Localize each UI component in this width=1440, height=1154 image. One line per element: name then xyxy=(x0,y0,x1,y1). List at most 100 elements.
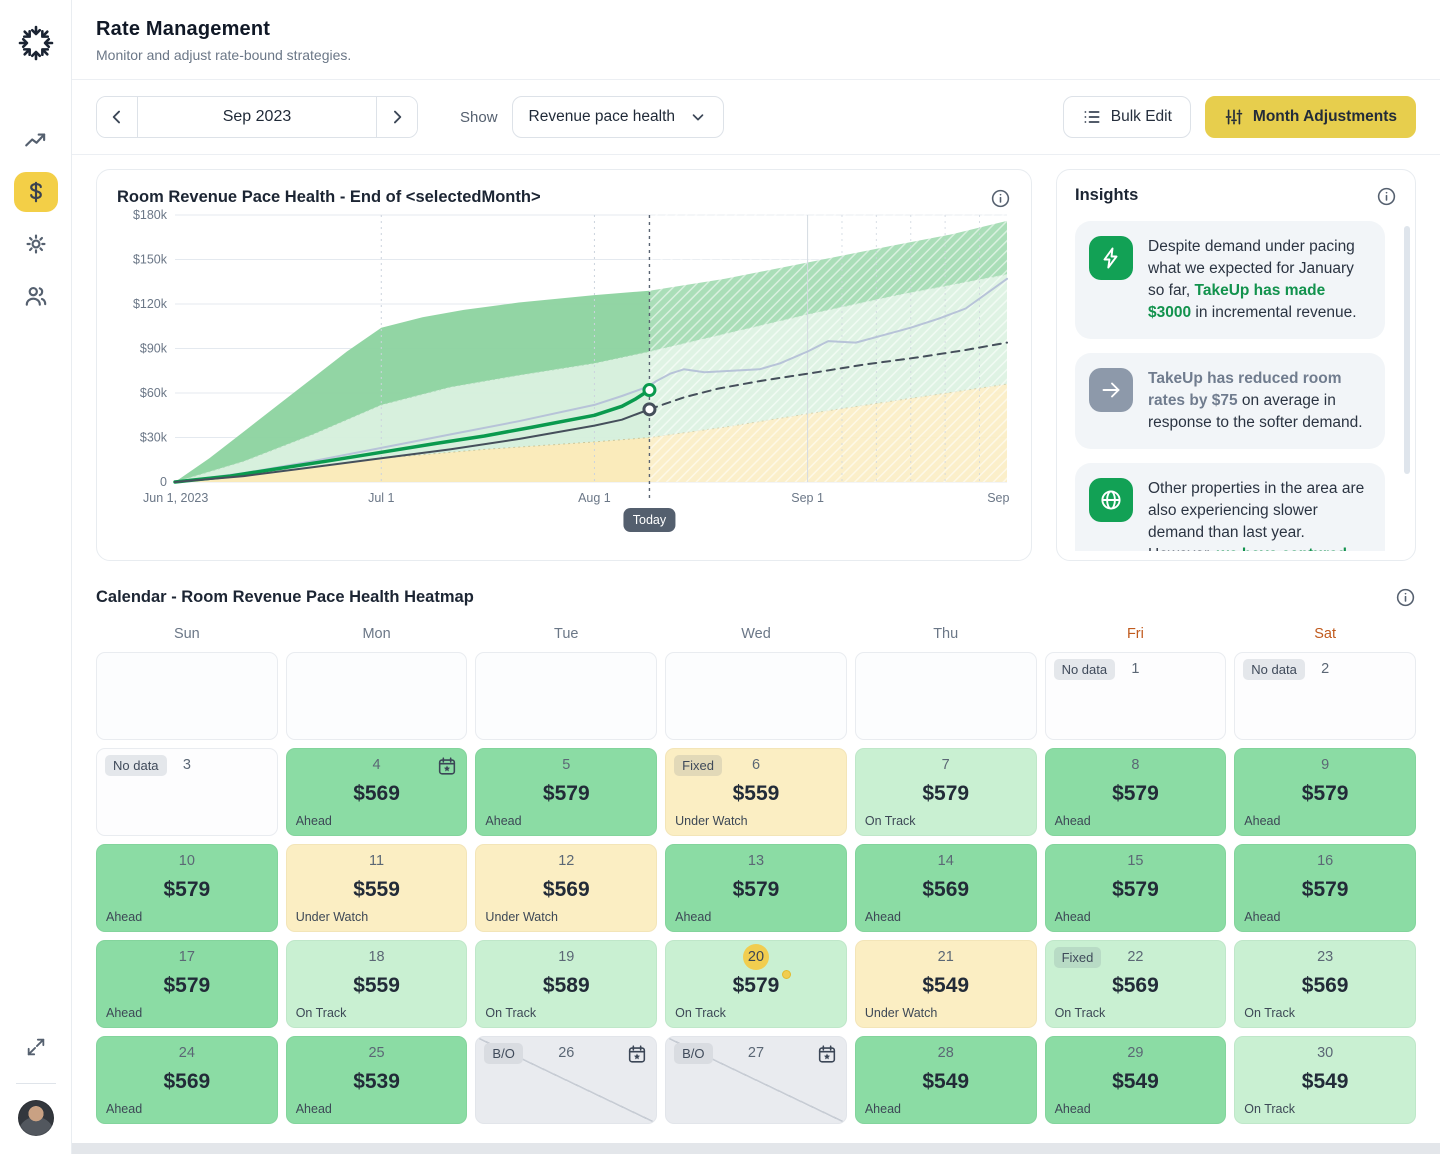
info-icon[interactable] xyxy=(990,188,1011,209)
calendar-cell-day-8[interactable]: 8$579Ahead xyxy=(1045,748,1227,836)
calendar-cell-day-24[interactable]: 24$569Ahead xyxy=(96,1036,278,1124)
day-header-tue: Tue xyxy=(475,622,657,652)
calendar-cell-day-25[interactable]: 25$539Ahead xyxy=(286,1036,468,1124)
horizontal-scrollbar[interactable] xyxy=(72,1143,1440,1154)
pace-status: Ahead xyxy=(1055,910,1091,924)
calendar-cell-day-29[interactable]: 29$549Ahead xyxy=(1045,1036,1227,1124)
svg-text:0: 0 xyxy=(160,475,167,489)
sidebar-item-trends[interactable] xyxy=(14,120,58,160)
calendar-cell-day-3[interactable]: No data3 xyxy=(96,748,278,836)
calendar-cell-day-19[interactable]: 19$589On Track xyxy=(475,940,657,1028)
svg-text:Aug 1: Aug 1 xyxy=(578,491,611,505)
pace-status: On Track xyxy=(865,814,916,828)
next-month-button[interactable] xyxy=(377,97,417,137)
rate-price: $559 xyxy=(674,782,838,806)
pace-status: Ahead xyxy=(1055,1102,1091,1116)
calendar-cell-day-14[interactable]: 14$569Ahead xyxy=(855,844,1037,932)
calendar-cell-empty xyxy=(96,652,278,740)
rate-price: $569 xyxy=(484,878,648,902)
pace-status: Ahead xyxy=(675,910,711,924)
list-icon xyxy=(1082,107,1102,127)
svg-text:$60k: $60k xyxy=(140,386,168,400)
globe-icon xyxy=(1089,478,1133,522)
day-header-fri: Fri xyxy=(1045,622,1227,652)
calendar-cell-empty xyxy=(855,652,1037,740)
calendar-cell-day-5[interactable]: 5$579Ahead xyxy=(475,748,657,836)
calendar-day-headers: SunMonTueWedThuFriSat xyxy=(96,622,1416,652)
dollar-icon xyxy=(23,179,49,205)
calendar-star-icon xyxy=(626,1043,648,1065)
day-number: 15 xyxy=(1054,853,1218,869)
day-number: 20 xyxy=(674,949,838,970)
sidebar-item-settings[interactable] xyxy=(14,224,58,264)
pace-status: Ahead xyxy=(485,814,521,828)
rate-price: $579 xyxy=(484,782,648,806)
svg-text:Jun 1, 2023: Jun 1, 2023 xyxy=(143,491,208,505)
pace-chart: $180k$150k$120k$90k$60k$30k0Jun 1, 2023J… xyxy=(117,209,1013,539)
sidebar-nav xyxy=(14,120,58,316)
sidebar-bottom xyxy=(0,1027,71,1136)
pace-status: Ahead xyxy=(1244,910,1280,924)
calendar-cell-day-10[interactable]: 10$579Ahead xyxy=(96,844,278,932)
calendar-cell-day-18[interactable]: 18$559On Track xyxy=(286,940,468,1028)
calendar-cell-day-11[interactable]: 11$559Under Watch xyxy=(286,844,468,932)
pace-status: Ahead xyxy=(106,1006,142,1020)
day-number: 3 xyxy=(105,757,269,773)
calendar-cell-day-27[interactable]: B/O27 xyxy=(665,1036,847,1124)
rate-price: $579 xyxy=(1243,782,1407,806)
sidebar-item-users[interactable] xyxy=(14,276,58,316)
view-select-value: Revenue pace health xyxy=(529,108,676,126)
day-number: 4 xyxy=(295,757,459,773)
pace-status: On Track xyxy=(1244,1102,1295,1116)
zap-icon xyxy=(1089,236,1133,280)
expand-icon[interactable] xyxy=(14,1027,58,1067)
calendar-cell-day-2[interactable]: No data2 xyxy=(1234,652,1416,740)
calendar-cell-day-21[interactable]: 21$549Under Watch xyxy=(855,940,1037,1028)
svg-text:Today: Today xyxy=(633,513,667,527)
calendar-cell-day-15[interactable]: 15$579Ahead xyxy=(1045,844,1227,932)
calendar-grid: No data1No data2No data34$569Ahead5$579A… xyxy=(96,652,1416,1124)
day-number: 6 xyxy=(674,757,838,773)
calendar-cell-day-22[interactable]: Fixed22$569On Track xyxy=(1045,940,1227,1028)
month-adjustments-button[interactable]: Month Adjustments xyxy=(1205,96,1416,138)
user-avatar[interactable] xyxy=(18,1100,54,1136)
month-display[interactable]: Sep 2023 xyxy=(137,97,377,137)
sidebar-item-rates[interactable] xyxy=(14,172,58,212)
calendar-cell-day-1[interactable]: No data1 xyxy=(1045,652,1227,740)
pace-status: Ahead xyxy=(296,1102,332,1116)
day-number: 21 xyxy=(864,949,1028,965)
insight-item: TakeUp has reduced room rates by $75 on … xyxy=(1075,353,1385,449)
pace-status: On Track xyxy=(1244,1006,1295,1020)
rate-price: $549 xyxy=(864,1070,1028,1094)
calendar-cell-day-20[interactable]: 20$579On Track xyxy=(665,940,847,1028)
info-icon[interactable] xyxy=(1376,186,1397,207)
day-header-sun: Sun xyxy=(96,622,278,652)
day-number: 19 xyxy=(484,949,648,965)
rate-price: $579 xyxy=(674,974,838,998)
insights-scrollbar[interactable] xyxy=(1404,226,1410,474)
calendar-cell-day-9[interactable]: 9$579Ahead xyxy=(1234,748,1416,836)
pace-status: Ahead xyxy=(1244,814,1280,828)
day-header-thu: Thu xyxy=(855,622,1037,652)
calendar-cell-day-30[interactable]: 30$549On Track xyxy=(1234,1036,1416,1124)
calendar-cell-day-7[interactable]: 7$579On Track xyxy=(855,748,1037,836)
calendar-cell-day-17[interactable]: 17$579Ahead xyxy=(96,940,278,1028)
calendar-title: Calendar - Room Revenue Pace Health Heat… xyxy=(96,588,474,607)
calendar-cell-day-26[interactable]: B/O26 xyxy=(475,1036,657,1124)
calendar-cell-day-12[interactable]: 12$569Under Watch xyxy=(475,844,657,932)
bulk-edit-button[interactable]: Bulk Edit xyxy=(1063,96,1191,138)
prev-month-button[interactable] xyxy=(97,97,137,137)
calendar-cell-day-23[interactable]: 23$569On Track xyxy=(1234,940,1416,1028)
calendar-cell-day-4[interactable]: 4$569Ahead xyxy=(286,748,468,836)
info-icon[interactable] xyxy=(1395,587,1416,608)
content: Room Revenue Pace Health - End of <selec… xyxy=(72,155,1440,1124)
calendar-cell-day-28[interactable]: 28$549Ahead xyxy=(855,1036,1037,1124)
month-navigator: Sep 2023 xyxy=(96,96,418,138)
calendar-cell-day-6[interactable]: Fixed6$559Under Watch xyxy=(665,748,847,836)
pace-status: On Track xyxy=(296,1006,347,1020)
view-select[interactable]: Revenue pace health xyxy=(512,96,725,138)
toolbar-actions: Bulk Edit Month Adjustments xyxy=(1063,96,1416,138)
rate-price: $539 xyxy=(295,1070,459,1094)
calendar-cell-day-13[interactable]: 13$579Ahead xyxy=(665,844,847,932)
calendar-cell-day-16[interactable]: 16$579Ahead xyxy=(1234,844,1416,932)
